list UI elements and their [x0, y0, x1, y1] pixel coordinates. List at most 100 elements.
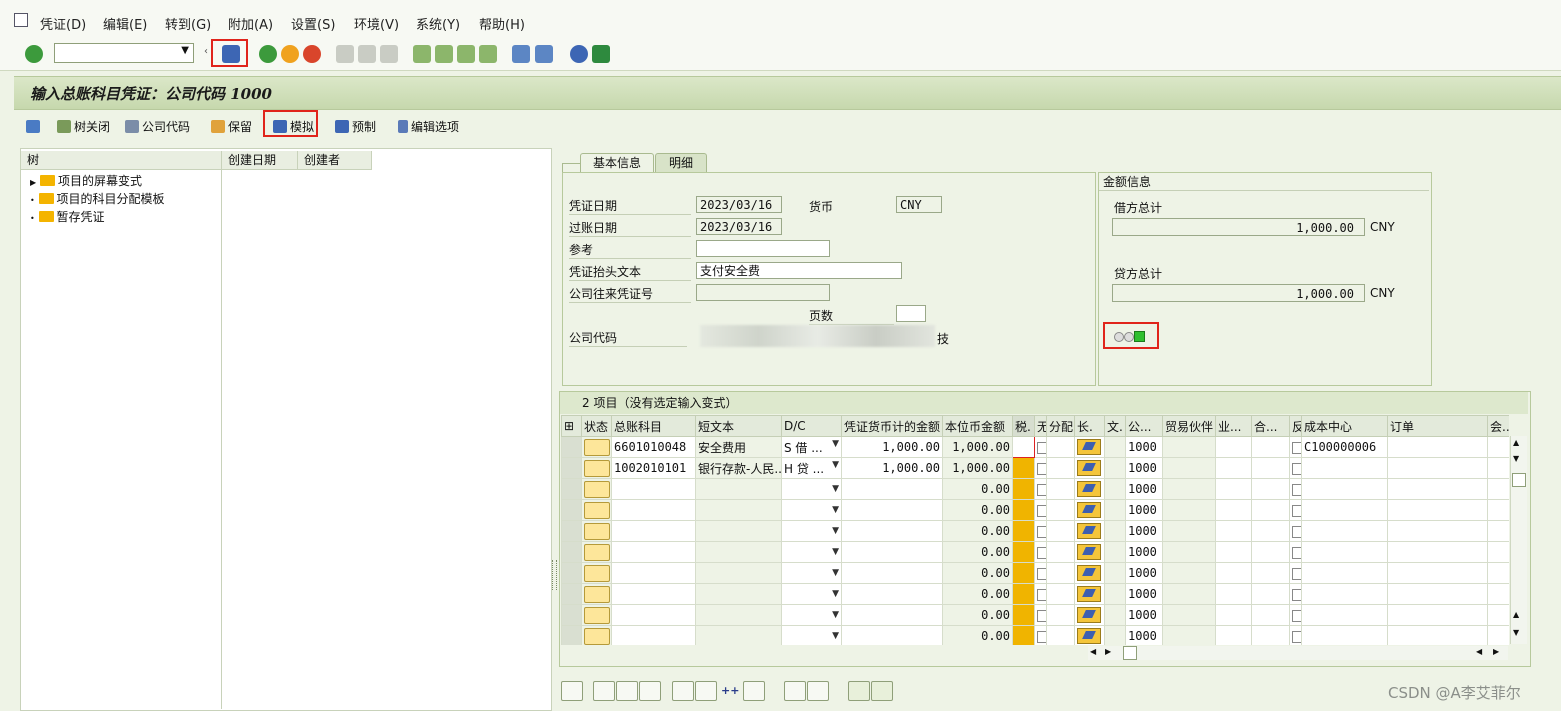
assignment-cell[interactable] — [1046, 478, 1075, 500]
menu-system[interactable]: 系统(Y) — [416, 14, 460, 33]
table-row[interactable]: ▼ 0.00 1000 — [561, 541, 1509, 563]
long-text-edit-icon[interactable] — [1077, 481, 1101, 497]
row-selector[interactable] — [561, 625, 582, 645]
first-page-icon[interactable] — [413, 45, 431, 63]
status-cell[interactable] — [581, 625, 612, 645]
dc-cell[interactable]: ▼ — [781, 583, 842, 605]
company-code-cell[interactable]: 1000 — [1125, 457, 1163, 479]
cost-center-cell[interactable] — [1301, 625, 1388, 645]
account-cell[interactable] — [611, 478, 696, 500]
long-text-cell[interactable] — [1074, 436, 1105, 458]
status-button[interactable] — [584, 543, 610, 561]
doc-amount-cell[interactable] — [841, 562, 943, 584]
trading-partner-cell[interactable] — [1162, 625, 1216, 645]
dc-cell[interactable]: ▼ — [781, 541, 842, 563]
assignment-cell[interactable] — [1046, 604, 1075, 626]
status-cell[interactable] — [581, 562, 612, 584]
menu-environment[interactable]: 环境(V) — [354, 14, 399, 33]
grid-horizontal-scrollbar[interactable]: ◀ ▶ ◀ ▶ — [1088, 646, 1508, 660]
checkbox[interactable] — [1037, 546, 1046, 559]
doc-amount-cell[interactable]: 1,000.00 — [841, 436, 943, 458]
doc-amount-cell[interactable] — [841, 625, 943, 645]
menu-document[interactable]: 凭证(D) — [40, 14, 86, 33]
reverse-checkbox-cell[interactable] — [1289, 604, 1302, 626]
col-header[interactable]: 总账科目 — [611, 415, 696, 437]
find-icon[interactable] — [358, 45, 376, 63]
status-button[interactable] — [584, 480, 610, 498]
company-code-cell[interactable]: 1000 — [1125, 478, 1163, 500]
tax-code-cell[interactable] — [1012, 583, 1035, 605]
filter-icon[interactable] — [871, 681, 893, 701]
col-header[interactable]: 短文本 — [695, 415, 782, 437]
business-area-cell[interactable] — [1215, 562, 1252, 584]
tree-header-creator[interactable]: 创建者 — [298, 151, 372, 170]
doc-amount-cell[interactable] — [841, 520, 943, 542]
doc-amount-cell[interactable] — [841, 541, 943, 563]
more-cell[interactable] — [1487, 436, 1509, 458]
company-code-cell[interactable]: 1000 — [1125, 541, 1163, 563]
trading-partner-cell[interactable] — [1162, 604, 1216, 626]
paste-icon[interactable] — [807, 681, 829, 701]
col-header[interactable]: 公... — [1125, 415, 1163, 437]
table-row[interactable]: 1002010101 银行存款-人民... H 贷 ... ▼ 1,000.00 1,00… — [561, 457, 1509, 479]
status-button[interactable] — [584, 459, 610, 477]
long-text-edit-icon[interactable] — [1077, 565, 1101, 581]
checkbox[interactable] — [1037, 483, 1046, 496]
menu-edit[interactable]: 编辑(E) — [103, 14, 147, 33]
doc-amount-cell[interactable] — [841, 499, 943, 521]
select-block-icon[interactable] — [616, 681, 638, 701]
long-text-cell[interactable] — [1074, 520, 1105, 542]
cost-center-cell[interactable] — [1301, 541, 1388, 563]
trading-partner-cell[interactable] — [1162, 541, 1216, 563]
tree-node-account-templates[interactable]: • 项目的科目分配模板 — [30, 190, 165, 207]
doc-amount-cell[interactable] — [841, 478, 943, 500]
col-header[interactable]: D/C — [781, 415, 842, 437]
status-cell[interactable] — [581, 436, 612, 458]
header-text-field[interactable]: 支付安全费 — [696, 262, 902, 279]
dropdown-arrow-icon[interactable]: ▼ — [832, 439, 839, 449]
checkbox-cell[interactable] — [1034, 625, 1047, 645]
col-header[interactable]: 本位币金额 — [942, 415, 1013, 437]
copy-icon[interactable] — [1037, 441, 1046, 454]
dc-cell[interactable]: ▼ — [781, 625, 842, 645]
cost-center-cell[interactable] — [1301, 457, 1388, 479]
long-text-cell[interactable] — [1074, 478, 1105, 500]
company-code-cell[interactable]: 1000 — [1125, 436, 1163, 458]
dropdown-arrow-icon[interactable]: ▼ — [832, 526, 839, 536]
checkbox[interactable] — [1292, 441, 1301, 454]
account-cell[interactable] — [611, 562, 696, 584]
save-icon[interactable] — [222, 45, 240, 63]
contract-cell[interactable] — [1251, 625, 1290, 645]
edit-options-button[interactable]: 编辑选项 — [398, 118, 459, 135]
enter-icon[interactable] — [25, 45, 43, 63]
cost-center-cell[interactable] — [1301, 604, 1388, 626]
credit-total-field[interactable]: 1,000.00 — [1112, 284, 1365, 302]
cost-center-cell[interactable] — [1301, 499, 1388, 521]
checkbox[interactable] — [1292, 588, 1301, 601]
tree-node-screen-variants[interactable]: ▶ 项目的屏幕变式 — [30, 172, 142, 189]
copy-icon[interactable] — [784, 681, 806, 701]
add-rows-icon[interactable]: ++ — [721, 684, 739, 697]
splitter-handle[interactable] — [552, 560, 557, 590]
checkbox[interactable] — [1037, 462, 1046, 475]
status-cell[interactable] — [581, 604, 612, 626]
row-selector[interactable] — [561, 541, 582, 563]
back-icon[interactable] — [259, 45, 277, 63]
col-header[interactable]: 无 — [1034, 415, 1047, 437]
order-cell[interactable] — [1387, 499, 1488, 521]
account-cell[interactable]: 1002010101 — [611, 457, 696, 479]
long-text-edit-icon[interactable] — [1077, 586, 1101, 602]
dropdown-arrow-icon[interactable]: ▼ — [832, 484, 839, 494]
more-cell[interactable] — [1487, 499, 1509, 521]
order-cell[interactable] — [1387, 562, 1488, 584]
account-cell[interactable] — [611, 541, 696, 563]
status-button[interactable] — [584, 438, 610, 456]
currency-field[interactable]: CNY — [896, 196, 942, 213]
account-cell[interactable] — [611, 625, 696, 645]
last-page-icon[interactable] — [479, 45, 497, 63]
table-row[interactable]: ▼ 0.00 1000 — [561, 562, 1509, 584]
trading-partner-cell[interactable] — [1162, 583, 1216, 605]
row-selector[interactable] — [561, 499, 582, 521]
company-code-cell[interactable]: 1000 — [1125, 520, 1163, 542]
dc-cell[interactable]: ▼ — [781, 604, 842, 626]
